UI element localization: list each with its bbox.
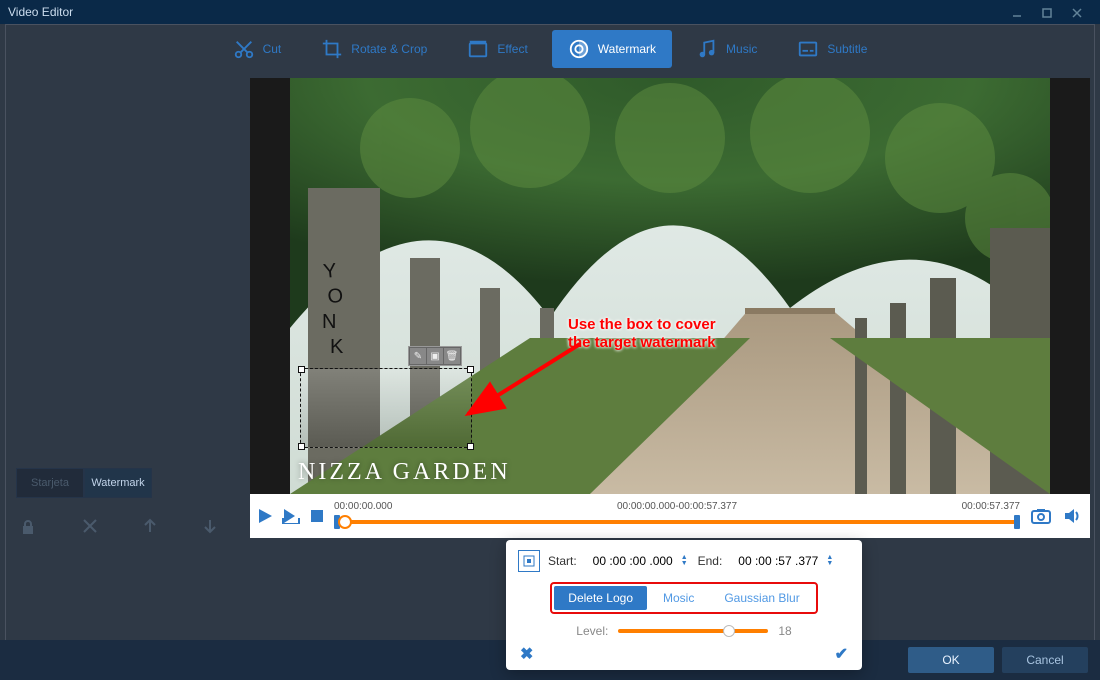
window-titlebar: Video Editor — [0, 0, 1100, 24]
tab-subtitle[interactable]: Subtitle — [781, 30, 883, 68]
start-down-icon[interactable]: ▼ — [681, 561, 688, 567]
video-preview[interactable]: Y O N K NIZZA GARDEN ✎ ▣ 🗑 — [290, 78, 1050, 494]
svg-text:K: K — [330, 336, 344, 358]
timeline-playhead[interactable] — [338, 515, 352, 529]
end-label: End: — [698, 554, 723, 568]
watermark-mode-group: Delete Logo Mosic Gaussian Blur — [550, 582, 817, 614]
cancel-button[interactable]: Cancel — [1002, 647, 1088, 673]
end-time-input[interactable]: ▲▼ — [730, 552, 835, 570]
watermark-selection-box[interactable] — [300, 368, 472, 448]
timeline-start-label: 00:00:00.000 — [334, 501, 392, 512]
watermark-box-toolbar: ✎ ▣ 🗑 — [408, 346, 462, 366]
mode-delete-logo[interactable]: Delete Logo — [554, 586, 647, 610]
subtitle-icon — [797, 38, 819, 60]
svg-text:Y: Y — [322, 260, 338, 283]
tab-effect[interactable]: Effect — [451, 30, 543, 68]
layer-action-icons — [18, 518, 238, 538]
segment-starjeta[interactable]: Starjeta — [16, 468, 84, 498]
wm-delete-button[interactable]: 🗑 — [444, 348, 460, 364]
annotation-text: Use the box to cover the target watermar… — [568, 316, 716, 352]
tab-music-label: Music — [726, 42, 757, 56]
tab-rotate-crop-label: Rotate & Crop — [351, 42, 427, 56]
level-slider-thumb[interactable] — [723, 625, 735, 637]
existing-watermark-text: NIZZA GARDEN — [298, 459, 511, 486]
mode-gaussian-blur[interactable]: Gaussian Blur — [710, 586, 813, 610]
scissors-icon — [233, 38, 255, 60]
video-preview-container: Y O N K NIZZA GARDEN ✎ ▣ 🗑 — [250, 78, 1090, 494]
editor-tabs: Cut Rotate & Crop Effect Watermark Music… — [0, 24, 1100, 74]
play-button[interactable] — [254, 505, 276, 527]
tab-effect-label: Effect — [497, 42, 527, 56]
wm-edit-button[interactable]: ✎ — [410, 348, 426, 364]
effect-icon — [467, 38, 489, 60]
svg-text:O: O — [327, 285, 344, 308]
maximize-button[interactable] — [1032, 5, 1062, 19]
layer-segment-buttons: Starjeta Watermark — [16, 468, 152, 498]
start-time-field[interactable] — [585, 552, 681, 570]
snapshot-button[interactable] — [1030, 505, 1052, 527]
level-value: 18 — [778, 624, 791, 638]
stop-button[interactable] — [306, 505, 328, 527]
start-label: Start: — [548, 554, 577, 568]
mode-mosic[interactable]: Mosic — [649, 586, 708, 610]
play-range-button[interactable] — [280, 505, 302, 527]
fit-area-button[interactable] — [518, 550, 540, 572]
close-button[interactable] — [1062, 5, 1092, 19]
tab-watermark[interactable]: Watermark — [552, 30, 672, 68]
minimize-button[interactable] — [1002, 5, 1032, 19]
timeline-end-label: 00:00:57.377 — [962, 501, 1020, 512]
volume-button[interactable] — [1062, 505, 1084, 527]
app-title: Video Editor — [8, 5, 73, 19]
playback-bar: 00:00:00.000 00:00:00.000-00:00:57.377 0… — [250, 494, 1090, 538]
svg-text:N: N — [322, 311, 336, 333]
start-time-input[interactable]: ▲▼ — [585, 552, 690, 570]
ok-button[interactable]: OK — [908, 647, 994, 673]
watermark-settings-popover: Start: ▲▼ End: ▲▼ Delete Logo Mosic Gaus… — [506, 540, 862, 670]
segment-watermark[interactable]: Watermark — [84, 468, 152, 498]
watermark-icon — [568, 38, 590, 60]
lock-icon — [23, 520, 33, 534]
tab-cut[interactable]: Cut — [217, 30, 298, 68]
level-slider[interactable] — [618, 629, 768, 633]
popover-confirm-button[interactable]: ✔ — [835, 644, 848, 664]
popover-cancel-button[interactable]: ✖ — [520, 644, 533, 664]
tab-subtitle-label: Subtitle — [827, 42, 867, 56]
timeline-range-label: 00:00:00.000-00:00:57.377 — [617, 501, 737, 512]
tab-rotate-crop[interactable]: Rotate & Crop — [305, 30, 443, 68]
crop-icon — [321, 38, 343, 60]
end-time-field[interactable] — [730, 552, 826, 570]
level-label: Level: — [576, 624, 608, 638]
wm-image-button[interactable]: ▣ — [427, 348, 443, 364]
timeline-out-marker[interactable] — [1014, 515, 1020, 529]
music-icon — [696, 38, 718, 60]
timeline[interactable]: 00:00:00.000 00:00:00.000-00:00:57.377 0… — [334, 501, 1020, 531]
tab-music[interactable]: Music — [680, 30, 773, 68]
tab-watermark-label: Watermark — [598, 42, 656, 56]
end-down-icon[interactable]: ▼ — [826, 561, 833, 567]
tab-cut-label: Cut — [263, 42, 282, 56]
